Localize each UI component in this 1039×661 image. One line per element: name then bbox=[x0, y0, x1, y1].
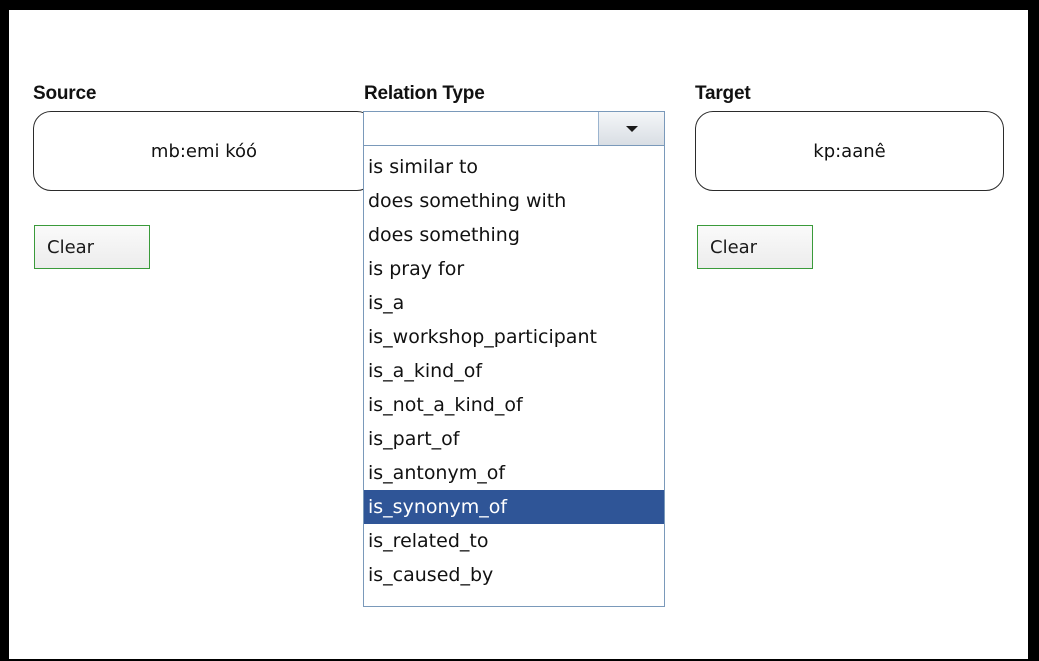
relation-option[interactable]: does something bbox=[364, 218, 664, 252]
relation-option[interactable]: is_part_of bbox=[364, 422, 664, 456]
relation-option[interactable]: is_related_to bbox=[364, 524, 664, 558]
relation-option[interactable]: is_caused_by bbox=[364, 558, 664, 592]
source-clear-button[interactable]: Clear bbox=[34, 225, 150, 269]
relation-option[interactable]: is_workshop_participant bbox=[364, 320, 664, 354]
relation-type-select[interactable] bbox=[363, 111, 665, 146]
relation-option[interactable]: is_not_a_kind_of bbox=[364, 388, 664, 422]
relation-type-options-list[interactable]: is similar to does something with does som… bbox=[363, 146, 665, 607]
source-term-value: mb:emi kóó bbox=[150, 140, 258, 162]
target-term-value: kp:aanê bbox=[813, 140, 886, 162]
relation-option[interactable]: does something with bbox=[364, 184, 664, 218]
target-clear-button[interactable]: Clear bbox=[697, 225, 813, 269]
relation-option[interactable]: is_synonym_of bbox=[364, 490, 664, 524]
relation-option[interactable]: is pray for bbox=[364, 252, 664, 286]
app-frame: Source mb:emi kóó Clear Relation Type is… bbox=[0, 0, 1039, 661]
relation-option[interactable]: is_a bbox=[364, 286, 664, 320]
relation-option[interactable]: is_antonym_of bbox=[364, 456, 664, 490]
target-title: Target bbox=[695, 83, 751, 104]
relation-option[interactable]: is_a_kind_of bbox=[364, 354, 664, 388]
target-term-box[interactable]: kp:aanê bbox=[695, 111, 1004, 191]
source-title: Source bbox=[33, 83, 97, 104]
relation-type-title: Relation Type bbox=[364, 83, 485, 104]
relation-option[interactable]: is similar to bbox=[364, 150, 664, 184]
relation-type-dropdown-button[interactable] bbox=[598, 112, 664, 145]
source-term-box[interactable]: mb:emi kóó bbox=[33, 111, 375, 191]
chevron-down-icon bbox=[625, 125, 638, 132]
